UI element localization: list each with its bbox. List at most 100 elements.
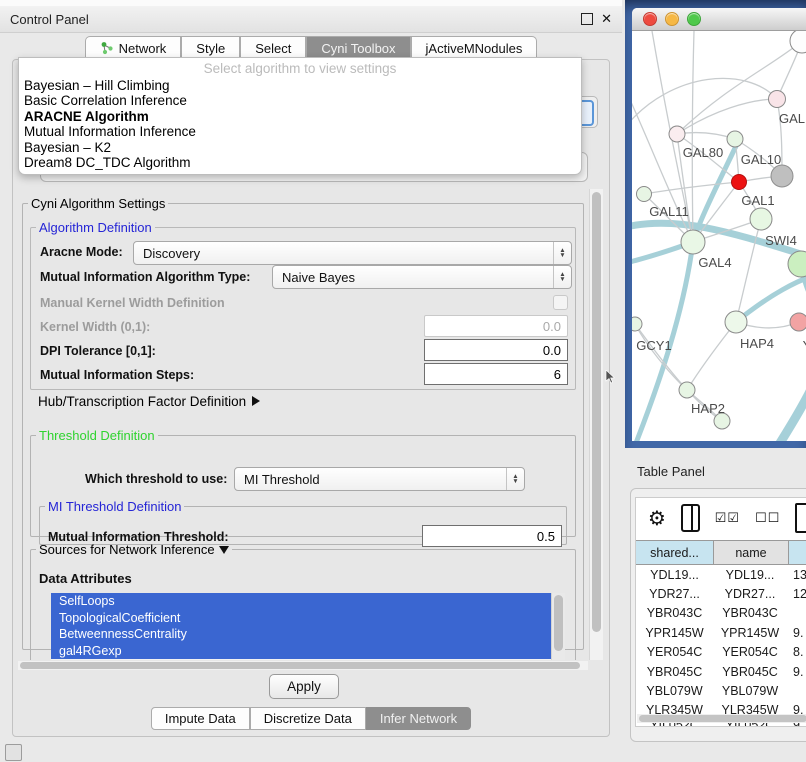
cell-name[interactable]: YDL19...: [713, 565, 787, 584]
mi-steps-field[interactable]: 6: [424, 363, 568, 385]
node-gal10: [727, 131, 743, 147]
cell-name[interactable]: YBL079W: [713, 681, 787, 700]
cell-value[interactable]: 9.: [787, 623, 806, 642]
show-columns-icon[interactable]: [681, 504, 700, 532]
attr-item-gal4rgexp[interactable]: gal4RGexp: [51, 643, 565, 660]
column-header-shared-name[interactable]: shared...: [636, 541, 714, 564]
node-gal-partial: [769, 91, 786, 108]
attr-item-selfloops[interactable]: SelfLoops: [51, 593, 565, 610]
dropdown-item-bayesian-hill-climbing[interactable]: Bayesian – Hill Climbing: [19, 78, 581, 93]
control-panel-tabbar: Network Style Select Cyni Toolbox jActiv…: [0, 34, 622, 59]
which-threshold-combo[interactable]: MI Threshold ▲▼: [234, 467, 525, 491]
label-gal11: GAL11: [649, 204, 689, 219]
kernel-width-label: Kernel Width (0,1):: [40, 320, 150, 334]
attr-item-betweennesscentrality[interactable]: BetweennessCentrality: [51, 626, 565, 643]
docked-panel-icon[interactable]: [5, 744, 22, 761]
expand-arrow-icon: [252, 396, 260, 406]
table-row[interactable]: YDL19... YDL19... 13: [636, 565, 806, 584]
tab-cyni-toolbox[interactable]: Cyni Toolbox: [306, 36, 410, 59]
cell-value[interactable]: 8.: [787, 643, 806, 662]
table-horizontal-scrollbar[interactable]: [637, 714, 806, 723]
tab-discretize-data-label: Discretize Data: [264, 711, 352, 726]
table-row[interactable]: YDR27... YDR27... 12: [636, 584, 806, 603]
network-view-frame: GAL GAL80 GAL10 GAL1 GAL11 SWI4 GAL4 GCY…: [625, 0, 806, 448]
cell-name[interactable]: YPR145W: [713, 623, 787, 642]
data-attributes-list[interactable]: SelfLoops TopologicalCoefficient Between…: [51, 593, 565, 660]
close-window-icon[interactable]: [643, 12, 657, 26]
kernel-width-value: 0.0: [543, 319, 561, 334]
apply-button[interactable]: Apply: [269, 674, 339, 699]
table-row[interactable]: YER054C YER054C 8.: [636, 643, 806, 662]
dpi-tolerance-field[interactable]: 0.0: [424, 339, 568, 361]
mi-threshold-legend: MI Threshold Definition: [45, 499, 184, 514]
combo-spinner-icon: ▲▼: [553, 242, 571, 264]
column-header-partial[interactable]: [789, 541, 806, 564]
minimize-window-icon[interactable]: [665, 12, 679, 26]
dropdown-item-bayesian-k2[interactable]: Bayesian – K2: [19, 140, 581, 155]
table-row[interactable]: YBR045C YBR045C 9.: [636, 662, 806, 681]
aracne-mode-combo[interactable]: Discovery ▲▼: [133, 241, 572, 265]
tab-network-label: Network: [119, 41, 167, 56]
tab-jactivemnodules[interactable]: jActiveMNodules: [411, 36, 538, 59]
cell-name[interactable]: YDR27...: [713, 584, 787, 603]
cell-name[interactable]: YER054C: [713, 643, 787, 662]
kernel-width-field: 0.0: [424, 315, 568, 337]
mi-type-value: Naive Bayes: [273, 270, 553, 285]
tab-select[interactable]: Select: [240, 36, 306, 59]
cyni-settings-scrollarea: Cyni Algorithm Settings Algorithm Defini…: [16, 188, 588, 660]
cell-shared[interactable]: YBR043C: [636, 604, 713, 623]
attr-list-scrollbar[interactable]: [551, 593, 565, 660]
cell-shared[interactable]: YBL079W: [636, 681, 713, 700]
table-row[interactable]: YPR145W YPR145W 9.: [636, 623, 806, 642]
cell-value[interactable]: [787, 681, 806, 700]
data-attributes-label: Data Attributes: [39, 571, 132, 586]
cell-value[interactable]: 12: [787, 584, 806, 603]
tab-style[interactable]: Style: [181, 36, 240, 59]
table-row[interactable]: YBL079W YBL079W: [636, 681, 806, 700]
tab-jactivemnodules-label: jActiveMNodules: [426, 41, 523, 56]
settings-horizontal-scrollbar[interactable]: [18, 661, 588, 670]
hub-definition-toggle[interactable]: Hub/Transcription Factor Definition: [38, 394, 260, 409]
deselect-all-columns-icon[interactable]: ☐☐: [755, 510, 780, 526]
manual-kernel-checkbox[interactable]: [553, 295, 568, 310]
dropdown-item-dream8[interactable]: Dream8 DC_TDC Algorithm: [19, 155, 581, 170]
cell-value[interactable]: 9.: [787, 662, 806, 681]
zoom-window-icon[interactable]: [687, 12, 701, 26]
table-row[interactable]: YBR043C YBR043C: [636, 604, 806, 623]
select-all-columns-icon[interactable]: ☑☑: [715, 510, 740, 526]
cell-shared[interactable]: YER054C: [636, 643, 713, 662]
mi-threshold-group: MI Threshold Definition Mutual Informati…: [39, 499, 567, 545]
settings-vertical-scrollbar[interactable]: [589, 189, 603, 660]
tab-infer-network[interactable]: Infer Network: [366, 707, 471, 730]
cell-shared[interactable]: YPR145W: [636, 623, 713, 642]
dropdown-item-basic-correlation[interactable]: Basic Correlation Inference: [19, 93, 581, 108]
cell-shared[interactable]: YBR045C: [636, 662, 713, 681]
dropdown-item-mutual-information[interactable]: Mutual Information Inference: [19, 124, 581, 139]
tab-network[interactable]: Network: [85, 36, 182, 59]
new-table-icon[interactable]: [795, 503, 806, 533]
float-panel-icon[interactable]: [581, 13, 593, 25]
cell-name[interactable]: YBR045C: [713, 662, 787, 681]
node-gray: [771, 165, 793, 187]
tab-style-label: Style: [196, 41, 225, 56]
network-window-titlebar[interactable]: [632, 8, 806, 31]
algorithm-definition-legend: Algorithm Definition: [36, 220, 155, 235]
attr-item-topologicalcoefficient[interactable]: TopologicalCoefficient: [51, 610, 565, 627]
sources-legend[interactable]: Sources for Network Inference: [36, 542, 232, 557]
dpi-tolerance-label: DPI Tolerance [0,1]:: [40, 344, 156, 358]
cell-name[interactable]: YBR043C: [713, 604, 787, 623]
tab-select-label: Select: [255, 41, 291, 56]
tab-discretize-data[interactable]: Discretize Data: [250, 707, 366, 730]
dropdown-item-aracne[interactable]: ARACNE Algorithm: [19, 109, 581, 124]
cell-value[interactable]: 13: [787, 565, 806, 584]
network-canvas[interactable]: GAL GAL80 GAL10 GAL1 GAL11 SWI4 GAL4 GCY…: [632, 31, 806, 441]
close-panel-icon[interactable]: ✕: [601, 11, 612, 27]
cell-value[interactable]: [787, 604, 806, 623]
label-gal80: GAL80: [683, 145, 723, 160]
cell-shared[interactable]: YDR27...: [636, 584, 713, 603]
table-options-gear-icon[interactable]: ⚙: [648, 506, 666, 531]
column-header-name[interactable]: name: [714, 541, 789, 564]
cell-shared[interactable]: YDL19...: [636, 565, 713, 584]
mi-type-combo[interactable]: Naive Bayes ▲▼: [272, 265, 572, 289]
tab-impute-data[interactable]: Impute Data: [151, 707, 250, 730]
